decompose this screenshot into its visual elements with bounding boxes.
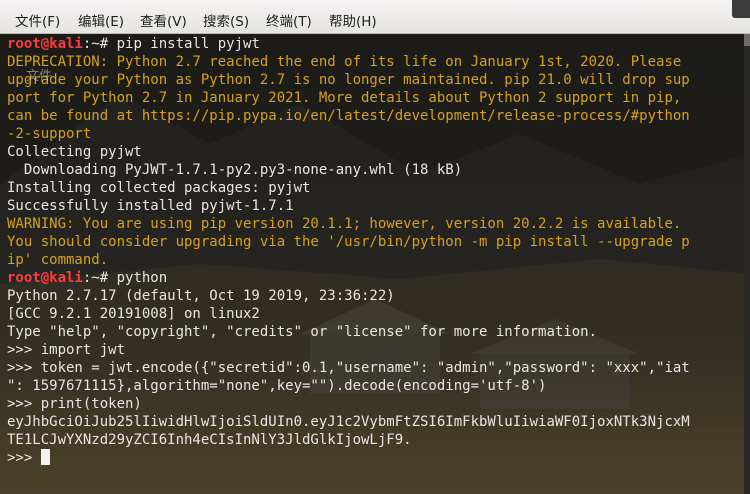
prompt-path: :~ bbox=[82, 270, 100, 286]
command-line: root@kali:~# pip install pyjwt bbox=[7, 35, 745, 53]
warning-line: You should consider upgrading via the '/… bbox=[7, 234, 690, 250]
output-line: Successfully installed pyjwt-1.7.1 bbox=[7, 198, 294, 214]
menu-edit[interactable]: 编辑(E) bbox=[78, 12, 124, 32]
prompt-symbol: # bbox=[99, 36, 109, 52]
window-corner bbox=[732, 0, 750, 18]
command-text: pip install pyjwt bbox=[108, 36, 260, 52]
warning-line: ip' command. bbox=[7, 252, 109, 268]
prompt-user: root@kali bbox=[7, 270, 83, 286]
terminal-view[interactable]: root@kali:~# pip install pyjwt DEPRECATI… bbox=[0, 34, 750, 494]
deprecation-line: port for Python 2.7 in January 2021. Mor… bbox=[7, 90, 682, 106]
prompt-symbol: # bbox=[99, 270, 109, 286]
deprecation-line: DEPRECATION: Python 2.7 reached the end … bbox=[7, 54, 682, 70]
menu-terminal[interactable]: 终端(T) bbox=[266, 12, 312, 32]
output-line: ": 1597671115},algorithm="none",key="").… bbox=[7, 378, 547, 394]
menu-help[interactable]: 帮助(H) bbox=[329, 12, 377, 32]
deprecation-line: -2-support bbox=[7, 126, 92, 142]
warning-line: WARNING: You are using pip version 20.1.… bbox=[7, 216, 682, 232]
text-cursor bbox=[40, 449, 50, 465]
python-prompt: >>> bbox=[7, 450, 41, 466]
output-line: eyJhbGciOiJub25lIiwidHlwIjoiSldUIn0.eyJ1… bbox=[7, 414, 690, 430]
terminal-screen: root@kali:~# pip install pyjwt DEPRECATI… bbox=[7, 35, 745, 467]
python-prompt-line[interactable]: >>> bbox=[7, 449, 745, 467]
scrollbar-thumb[interactable] bbox=[744, 34, 750, 46]
command-text: python bbox=[108, 270, 168, 286]
deprecation-line: upgrade your Python as Python 2.7 is no … bbox=[7, 72, 690, 88]
prompt-user: root@kali bbox=[7, 36, 83, 52]
output-line: Installing collected packages: pyjwt bbox=[7, 180, 311, 196]
output-line: >>> print(token) bbox=[7, 396, 142, 412]
menu-view[interactable]: 查看(V) bbox=[140, 12, 187, 32]
menu-search[interactable]: 搜索(S) bbox=[203, 12, 249, 32]
output-line: Type "help", "copyright", "credits" or "… bbox=[7, 324, 598, 340]
menu-file[interactable]: 文件(F) bbox=[15, 12, 60, 32]
output-line: >>> token = jwt.encode({"secretid":0.1,"… bbox=[7, 360, 690, 376]
output-line: [GCC 9.2.1 20191008] on linux2 bbox=[7, 306, 260, 322]
output-line: Downloading PyJWT-1.7.1-py2.py3-none-any… bbox=[7, 162, 463, 178]
output-line: Collecting pyjwt bbox=[7, 144, 142, 160]
prompt-path: :~ bbox=[82, 36, 100, 52]
menu-bar: 文件(F) 编辑(E) 查看(V) 搜索(S) 终端(T) 帮助(H) bbox=[0, 0, 750, 34]
output-line: Python 2.7.17 (default, Oct 19 2019, 23:… bbox=[7, 288, 395, 304]
deprecation-line: can be found at https://pip.pypa.io/en/l… bbox=[7, 108, 690, 124]
output-line: TE1LCJwYXNzd29yZCI6Inh4eCIsInNlY3JldGlkI… bbox=[7, 432, 412, 448]
output-line: >>> import jwt bbox=[7, 342, 126, 358]
command-line: root@kali:~# python bbox=[7, 269, 745, 287]
scrollbar[interactable] bbox=[744, 34, 750, 494]
